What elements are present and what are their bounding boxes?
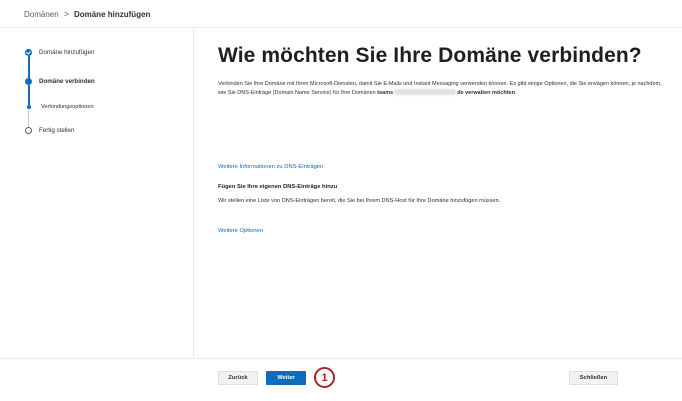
- step-line-3: [28, 110, 29, 127]
- breadcrumb: Domänen > Domäne hinzufügen: [24, 7, 150, 21]
- substep-icon: [26, 105, 31, 109]
- step-label: Domäne verbinden: [39, 78, 95, 85]
- domain-prefix: teams: [377, 89, 394, 96]
- intro-end: .: [514, 89, 517, 96]
- dns-info-link[interactable]: Weitere Informationen zu DNS-Einträgen: [218, 164, 323, 170]
- pending-step-icon: [25, 127, 32, 134]
- breadcrumb-domains-link[interactable]: Domänen: [24, 10, 59, 19]
- close-button[interactable]: Schließen: [569, 371, 618, 385]
- footer-divider: [0, 358, 682, 359]
- current-step-icon: [25, 78, 32, 85]
- check-icon: [25, 49, 32, 56]
- step-connection-options: Verbindungsoptionen: [25, 104, 94, 110]
- breadcrumb-separator: >: [63, 9, 69, 19]
- domain-suffix: de verwalten möchten: [457, 89, 515, 96]
- next-button[interactable]: Weiter: [266, 371, 306, 385]
- step-connect-domain: Domäne verbinden: [25, 78, 95, 85]
- step-label: Domäne hinzufügen: [39, 49, 95, 56]
- step-add-domain: Domäne hinzufügen: [25, 49, 94, 56]
- more-options-link[interactable]: Weitere Optionen: [218, 228, 263, 234]
- redacted-domain: [394, 89, 457, 96]
- step-line-2: [28, 85, 30, 105]
- intro-text: Verbinden Sie Ihre Domäne mit Ihren Micr…: [218, 80, 670, 98]
- back-button[interactable]: Zurück: [218, 371, 258, 385]
- option-title: Fügen Sie Ihre eigenen DNS-Einträge hinz…: [218, 183, 338, 190]
- wizard-steps: Domäne hinzufügen Domäne verbinden Verbi…: [0, 28, 194, 358]
- option-description: Wir stellen eine Liste von DNS-Einträgen…: [218, 197, 501, 204]
- page-title: Wie möchten Sie Ihre Domäne verbinden?: [218, 44, 642, 67]
- breadcrumb-current: Domäne hinzufügen: [73, 9, 151, 19]
- step-label: Verbindungsoptionen: [41, 104, 94, 110]
- main-content: Wie möchten Sie Ihre Domäne verbinden? V…: [218, 44, 670, 234]
- step-label: Fertig stellen: [39, 127, 75, 134]
- step-finish: Fertig stellen: [25, 127, 74, 134]
- step-callout-badge: 1: [314, 367, 335, 388]
